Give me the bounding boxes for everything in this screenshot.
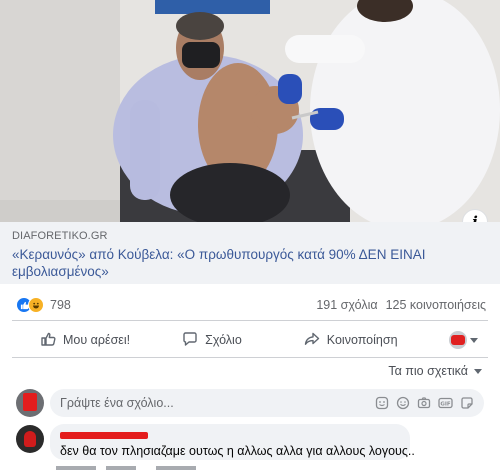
post-photo[interactable] (0, 0, 500, 222)
share-as-selector[interactable] (449, 331, 478, 349)
commenter-avatar[interactable] (16, 425, 44, 453)
user-avatar[interactable] (16, 389, 44, 417)
divider (12, 320, 488, 321)
comment-label: Σχόλιο (205, 333, 242, 347)
link-preview[interactable]: DIAFORETIKO.GR «Κεραυνός» από Κούβελα: «… (0, 222, 500, 284)
comment-sort-dropdown[interactable]: Τα πιο σχετικά (388, 364, 482, 378)
comment-input-placeholder: Γράψτε ένα σχόλιο... (60, 396, 174, 410)
shares-count[interactable]: 125 κοινοποιήσεις (386, 298, 486, 312)
vaccination-photo (0, 0, 500, 222)
divider (12, 357, 488, 358)
comment-bubble-icon (182, 331, 198, 350)
action-bar: Μου αρέσει! Σχόλιο Κοινοποίηση (12, 326, 488, 354)
share-button[interactable]: Κοινοποίηση (304, 331, 398, 350)
comment-text: δεν θα τον πλησιαζαμε ουτως η αλλως αλλα… (60, 444, 415, 458)
haha-reaction-icon (28, 297, 44, 313)
share-arrow-icon (304, 331, 320, 350)
reaction-count: 798 (50, 298, 71, 312)
profile-avatar-icon (449, 331, 467, 349)
reaction-icons[interactable]: 798 (16, 297, 71, 313)
comment-actions-cutoff (56, 463, 256, 470)
camera-icon[interactable] (417, 396, 431, 410)
like-button[interactable]: Μου αρέσει! (40, 331, 130, 350)
emoji-icon[interactable] (396, 396, 410, 410)
comment-button[interactable]: Σχόλιο (182, 331, 242, 350)
comments-count[interactable]: 191 σχόλια (316, 298, 377, 312)
comment-bubble: δεν θα τον πλησιαζαμε ουτως η αλλως αλλα… (50, 424, 415, 460)
like-label: Μου αρέσει! (63, 333, 131, 347)
comment-input[interactable]: Γράψτε ένα σχόλιο... GIF (50, 389, 484, 417)
chevron-down-icon (470, 337, 478, 343)
sticker-icon[interactable] (460, 396, 474, 410)
avatar-sticker-icon[interactable] (375, 396, 389, 410)
redacted-commenter-name[interactable] (60, 432, 148, 439)
svg-text:GIF: GIF (440, 402, 451, 408)
link-source: DIAFORETIKO.GR (12, 230, 108, 242)
gif-icon[interactable]: GIF (438, 396, 453, 410)
reaction-stats: 798 191 σχόλια 125 κοινοποιήσεις (16, 296, 486, 314)
share-label: Κοινοποίηση (326, 333, 398, 347)
thumbs-up-icon (40, 331, 56, 350)
sort-label: Τα πιο σχετικά (388, 364, 468, 378)
link-title[interactable]: «Κεραυνός» από Κούβελα: «Ο πρωθυπουργός … (12, 246, 488, 280)
chevron-down-icon (474, 368, 482, 374)
